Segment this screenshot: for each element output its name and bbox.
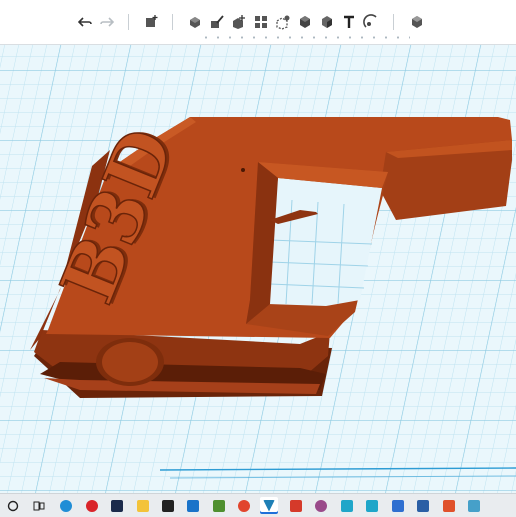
- cube-icon[interactable]: [294, 11, 316, 33]
- edge-icon[interactable]: [57, 497, 75, 514]
- text-tool-icon[interactable]: [338, 11, 360, 33]
- box-app-icon[interactable]: [389, 497, 407, 514]
- mail-icon[interactable]: [184, 497, 202, 514]
- tinkercad-icon[interactable]: [312, 497, 330, 514]
- pinterest-icon[interactable]: [83, 497, 101, 514]
- photos-icon[interactable]: [414, 497, 432, 514]
- toolbar-divider: [393, 14, 394, 30]
- workplane-canvas: B3D B3D: [0, 45, 516, 493]
- photo-viewer-icon[interactable]: [465, 497, 483, 514]
- add-primitive-icon[interactable]: [228, 11, 250, 33]
- chrome-icon[interactable]: [235, 497, 253, 514]
- redo-icon[interactable]: [96, 11, 118, 33]
- toolbar-divider: [172, 14, 173, 30]
- photoshop-icon[interactable]: [108, 497, 126, 514]
- model-pin-dot: [241, 168, 245, 172]
- store-icon[interactable]: [159, 497, 177, 514]
- file-explorer-icon[interactable]: [134, 497, 152, 514]
- taskbar: [0, 493, 516, 517]
- cortana-app-icon[interactable]: [338, 497, 356, 514]
- xd-icon[interactable]: [287, 497, 305, 514]
- cortana-app-2-icon[interactable]: [363, 497, 381, 514]
- toolbar-divider: [128, 14, 129, 30]
- search-circle-icon[interactable]: [4, 497, 22, 514]
- hole-icon[interactable]: [272, 11, 294, 33]
- task-view-icon[interactable]: [30, 497, 48, 514]
- office-icon[interactable]: [440, 497, 458, 514]
- maps-icon[interactable]: [210, 497, 228, 514]
- toolbar-indicator-dots: [200, 36, 410, 39]
- array-icon[interactable]: [250, 11, 272, 33]
- paint-icon[interactable]: [206, 11, 228, 33]
- measure-icon[interactable]: [360, 11, 382, 33]
- ungroup-icon[interactable]: [184, 11, 206, 33]
- view-cube-icon[interactable]: [406, 11, 428, 33]
- toolbar: [0, 0, 516, 45]
- undo-icon[interactable]: [74, 11, 96, 33]
- shaded-box-icon[interactable]: [316, 11, 338, 33]
- barrel-hole-inner: [102, 342, 158, 382]
- vectorworks-icon[interactable]: [260, 497, 278, 514]
- add-shape-icon[interactable]: [140, 11, 162, 33]
- workplane[interactable]: B3D B3D: [0, 45, 516, 493]
